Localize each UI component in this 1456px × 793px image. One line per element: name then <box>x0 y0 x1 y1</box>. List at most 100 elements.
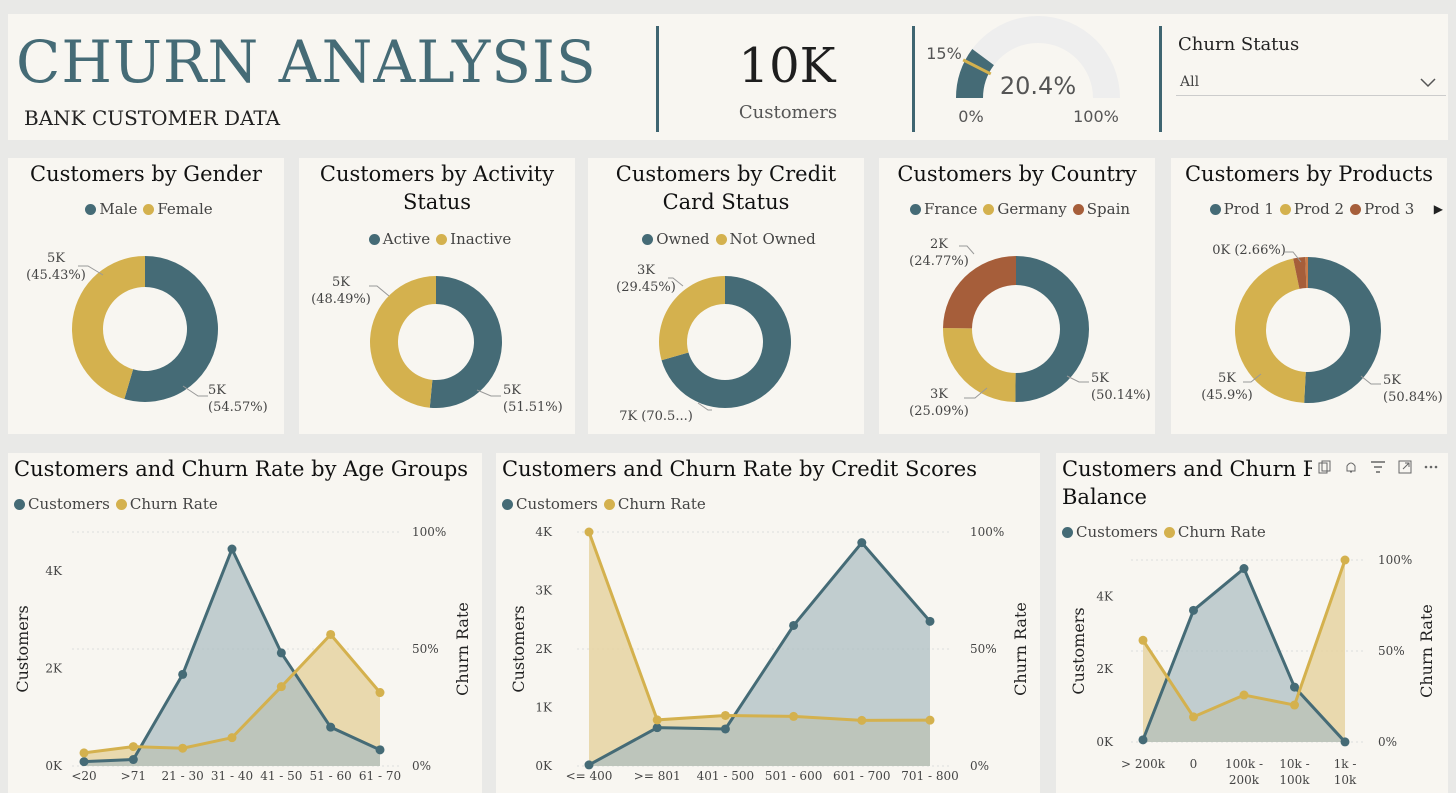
y-left-axis-title: Customers <box>509 605 528 692</box>
churn-status-dropdown[interactable]: All <box>1176 68 1446 96</box>
y-left-tick: 1K <box>535 701 553 715</box>
x-tick-label: 601 - 700 <box>833 769 891 783</box>
customers-point[interactable] <box>178 669 188 679</box>
donut-card-5[interactable]: Customers by Products Prod 1 Prod 2 Prod 3 ▶… <box>1171 158 1447 434</box>
churn-rate-point[interactable] <box>326 629 336 639</box>
churn-rate-point[interactable] <box>1138 635 1148 645</box>
data-label-value: 5K <box>503 383 521 398</box>
y-left-axis-title: Customers <box>1069 607 1088 694</box>
y-left-tick: 4K <box>535 525 553 539</box>
chevron-down-icon <box>1420 74 1436 93</box>
y-right-tick: 50% <box>1378 644 1405 658</box>
customers-point[interactable] <box>720 724 730 734</box>
y-right-tick: 100% <box>1378 553 1412 567</box>
x-tick-label: 61 - 70 <box>359 769 401 783</box>
customers-point[interactable] <box>227 544 237 554</box>
churn-rate-point[interactable] <box>227 733 237 743</box>
customers-point[interactable] <box>857 538 867 548</box>
y-left-tick: 4K <box>45 564 63 578</box>
donut-chart: 5K (50.14%) 3K (25.09%) 2K (24.77%) <box>909 237 1151 419</box>
data-label-percent: (50.14%) <box>1091 388 1151 403</box>
y-right-tick: 100% <box>412 525 446 539</box>
y-left-tick: 2K <box>45 662 63 676</box>
y-right-tick: 0% <box>1378 735 1397 749</box>
donut-slice-prod-2[interactable] <box>1235 258 1306 403</box>
x-tick-label: <= 400 <box>566 769 613 783</box>
y-left-tick: 2K <box>1096 662 1114 676</box>
donut-chart: 7K (70.5...) 3K (29.45%) <box>616 263 791 424</box>
customers-point[interactable] <box>375 745 385 755</box>
churn-rate-point[interactable] <box>720 710 730 720</box>
data-label-value: 5K <box>1218 371 1236 386</box>
combo-card-1[interactable]: Customers and Churn Rate by Age Groups Cu… <box>8 453 482 793</box>
y-left-tick: 4K <box>1096 589 1114 603</box>
customers-point[interactable] <box>789 620 799 630</box>
churn-rate-point[interactable] <box>1340 555 1350 565</box>
donut-slice-france[interactable] <box>1015 256 1090 402</box>
churn-rate-point[interactable] <box>925 715 935 725</box>
churn-rate-point[interactable] <box>178 743 188 753</box>
customers-point[interactable] <box>128 755 138 765</box>
data-label-value: 7K (70.5...) <box>619 409 693 424</box>
donut-slice-germany[interactable] <box>943 327 1016 402</box>
y-right-tick: 0% <box>970 759 989 773</box>
data-label-percent: (24.77%) <box>909 254 969 269</box>
combo-card-2[interactable]: Customers and Churn Rate by Credit Score… <box>496 453 1040 793</box>
churn-rate-point[interactable] <box>857 715 867 725</box>
customers-point[interactable] <box>1340 737 1350 747</box>
donut-slice-active[interactable] <box>429 276 502 408</box>
donut-card-2[interactable]: Customers by Activity Status Active Inacti… <box>299 158 575 434</box>
y-left-tick: 0K <box>45 759 63 773</box>
donut-card-3[interactable]: Customers by Credit Card Status Owned Not … <box>588 158 864 434</box>
data-label-percent: (51.51%) <box>503 400 563 415</box>
x-tick-label-line2: 200k <box>1229 773 1260 787</box>
data-label-leader <box>1360 375 1381 385</box>
x-tick-label: >= 801 <box>634 769 681 783</box>
churn-rate-point[interactable] <box>1189 712 1198 722</box>
customers-point[interactable] <box>652 723 662 733</box>
customers-point[interactable] <box>79 757 89 767</box>
churn-rate-point[interactable] <box>79 748 89 758</box>
churn-rate-point[interactable] <box>375 688 385 698</box>
churn-rate-point[interactable] <box>584 527 594 537</box>
x-tick-label: 501 - 600 <box>765 769 823 783</box>
x-tick-label-line2: 100k <box>1279 773 1310 787</box>
churn-rate-point[interactable] <box>789 711 799 721</box>
data-label-percent: (29.45%) <box>616 280 676 295</box>
churn-rate-point[interactable] <box>1290 700 1299 710</box>
donut-card-1[interactable]: Customers by Gender Male Female 5K (54.57%) 5… <box>8 158 284 434</box>
data-label-value: 3K <box>930 387 948 402</box>
customers-point[interactable] <box>1138 735 1148 745</box>
gauge-min-text: 0% <box>958 107 983 126</box>
x-tick-label: >71 <box>121 769 146 783</box>
y-left-tick: 0K <box>1096 735 1114 749</box>
donut-slice-inactive[interactable] <box>370 276 436 408</box>
churn-rate-point[interactable] <box>128 742 138 752</box>
donut-chart: 5K (51.51%) 5K (48.49%) <box>311 275 563 415</box>
donut-card-4[interactable]: Customers by Country France Germany Spain 5K… <box>879 158 1155 434</box>
churn-rate-point[interactable] <box>276 682 286 692</box>
data-label-value: 5K <box>1383 373 1401 388</box>
data-label-value: 3K <box>637 263 655 278</box>
data-label-percent: (50.84%) <box>1383 390 1443 405</box>
churn-rate-point[interactable] <box>1239 690 1249 700</box>
customers-point[interactable] <box>925 616 935 626</box>
customers-point[interactable] <box>1239 564 1249 574</box>
customers-point[interactable] <box>326 722 336 732</box>
customers-point[interactable] <box>276 648 286 658</box>
y-left-tick: 3K <box>535 584 553 598</box>
churn-status-value: All <box>1180 74 1200 90</box>
x-tick-label: 401 - 500 <box>697 769 755 783</box>
donut-slice-prod-1[interactable] <box>1304 257 1382 403</box>
combo-card-3[interactable]: Customers and Churn Rate by Balance Custo… <box>1056 453 1448 793</box>
data-label-leader <box>959 245 975 255</box>
data-label-percent: (48.49%) <box>311 292 371 307</box>
donut-chart: 5K (54.57%) 5K (45.43%) <box>26 251 268 415</box>
churn-rate-point[interactable] <box>652 715 662 725</box>
customers-point[interactable] <box>1189 605 1198 615</box>
x-tick-label: 701 - 800 <box>901 769 959 783</box>
gauge-target-text: 15% <box>926 44 962 63</box>
customers-point[interactable] <box>1290 682 1299 692</box>
x-tick-label: <20 <box>71 769 96 783</box>
y-left-axis-title: Customers <box>13 605 32 692</box>
